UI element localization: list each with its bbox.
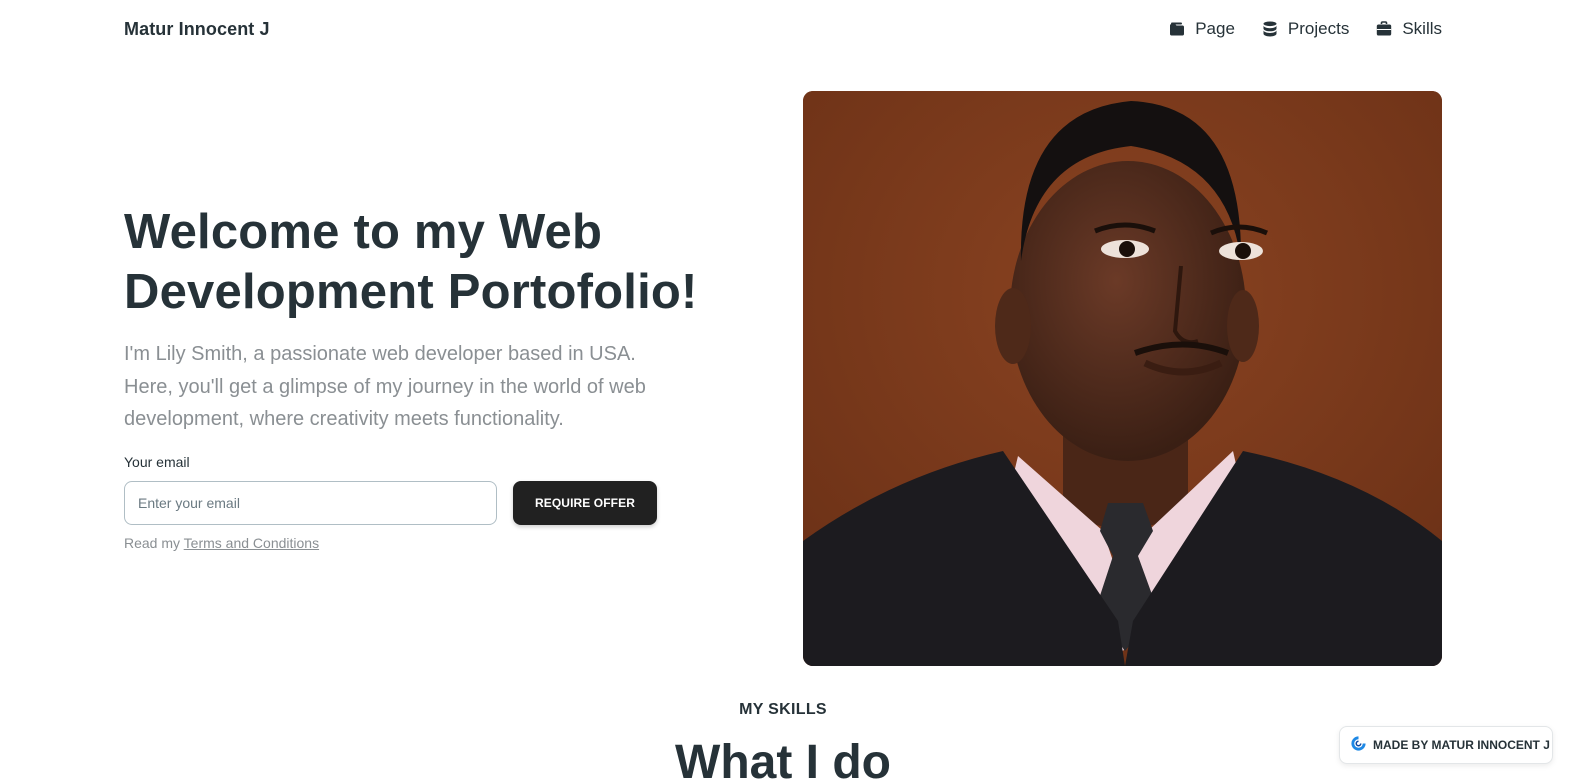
portrait-image — [803, 91, 1442, 666]
made-by-badge[interactable]: MADE BY MATUR INNOCENT J — [1339, 726, 1553, 764]
nav-link-page[interactable]: Page — [1168, 19, 1235, 39]
terms-text: Read my Terms and Conditions — [124, 535, 319, 551]
database-icon — [1261, 20, 1279, 38]
require-offer-button[interactable]: REQUIRE OFFER — [513, 481, 657, 525]
portrait-illustration — [803, 91, 1442, 666]
email-label: Your email — [124, 454, 190, 470]
nav-link-label: Page — [1195, 19, 1235, 38]
skills-title: What I do — [675, 736, 891, 781]
briefcase-icon — [1375, 20, 1393, 38]
page: Matur Innocent J Page Projects Skills We… — [0, 0, 1571, 781]
nav-links: Page Projects Skills — [1168, 19, 1442, 39]
skills-eyebrow: MY SKILLS — [739, 701, 827, 718]
hero-description: I'm Lily Smith, a passionate web develop… — [124, 343, 646, 430]
folder-icon — [1168, 20, 1186, 38]
nav-link-projects[interactable]: Projects — [1261, 19, 1349, 39]
logo-icon — [1350, 735, 1367, 755]
brand-link[interactable]: Matur Innocent J — [124, 19, 270, 40]
terms-link[interactable]: Terms and Conditions — [184, 535, 319, 551]
hero-title: Welcome to my Web Development Portofolio… — [124, 205, 698, 319]
email-input[interactable] — [124, 481, 497, 525]
made-by-label: MADE BY MATUR INNOCENT J — [1373, 738, 1550, 752]
nav-link-skills[interactable]: Skills — [1375, 19, 1442, 39]
navbar: Matur Innocent J Page Projects Skills — [124, 0, 1442, 58]
terms-prefix: Read my — [124, 535, 181, 551]
nav-link-label: Projects — [1287, 19, 1350, 38]
nav-link-label: Skills — [1402, 19, 1442, 38]
